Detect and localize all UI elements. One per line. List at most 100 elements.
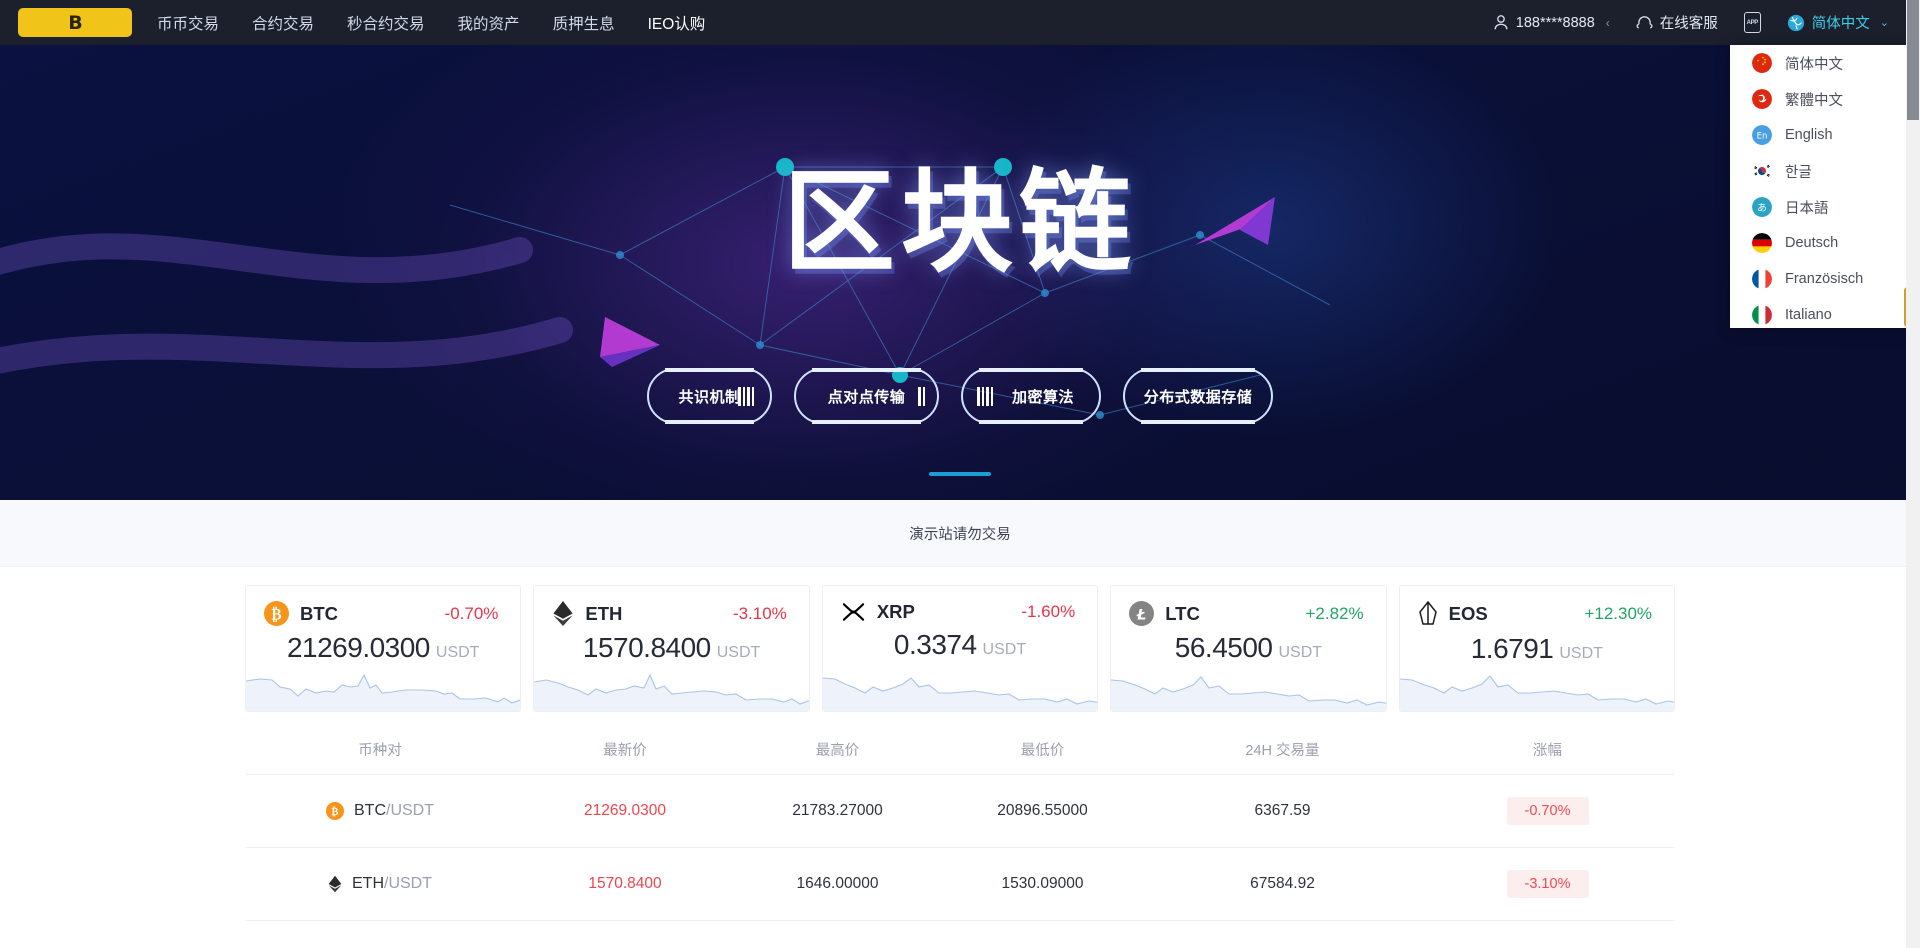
app-download-button[interactable]: APP [1731, 12, 1774, 33]
language-option-fr[interactable]: Französisch [1730, 261, 1913, 297]
banner-tag-crypto-algo[interactable]: 加密算法 [961, 368, 1101, 424]
kr-flag-icon [1752, 161, 1772, 181]
language-option-zh-hk[interactable]: 繁體中文 [1730, 81, 1913, 117]
fr-flag-icon [1752, 269, 1772, 289]
language-option-zh-cn[interactable]: 简体中文 [1730, 45, 1913, 81]
page-scrollbar[interactable] [1906, 0, 1920, 948]
tag-bars-icon [977, 386, 993, 406]
eth-icon [552, 601, 574, 626]
ticker-price-row: 0.3374 USDT [823, 629, 1097, 661]
nav-item-ieo[interactable]: IEO认购 [648, 12, 706, 34]
cell-change: -0.70% [1420, 797, 1675, 825]
carousel-indicator[interactable] [929, 472, 991, 476]
column-header-pair: 币种对 [358, 742, 402, 759]
ticker-sparkline [1111, 676, 1386, 711]
ticker-symbol: EOS [1448, 603, 1488, 624]
notice-text: 演示站请勿交易 [909, 526, 1011, 543]
nav-item-contract-trade[interactable]: 合约交易 [252, 12, 314, 34]
nav-item-staking[interactable]: 质押生息 [553, 12, 615, 34]
table-row[interactable]: ETH/USDT 1570.8400 1646.00000 1530.09000… [245, 848, 1675, 921]
ticker-sparkline [822, 677, 1098, 711]
de-flag-icon [1752, 233, 1772, 253]
chevron-left-icon: ‹ [1605, 15, 1610, 30]
cn-flag-icon [1752, 53, 1772, 73]
column-header-last-price: 最新价 [603, 742, 647, 759]
page-scrollbar-thumb[interactable] [1907, 0, 1919, 120]
banner-tag-p2p[interactable]: 点对点传输 [794, 368, 939, 424]
ticker-unit: USDT [1559, 645, 1603, 662]
language-option-label: Italiano [1785, 307, 1832, 323]
pair-quote: /USDT [384, 875, 432, 892]
cell-pair: ₿ BTC/USDT [245, 802, 515, 820]
pair-quote: /USDT [386, 802, 434, 819]
ticker-price: 1.6791 [1470, 633, 1554, 664]
nav-item-coin-trade[interactable]: 币币交易 [157, 12, 219, 34]
tag-bars-icon [918, 386, 925, 406]
ticker-card-header: Ł LTC +2.82% [1111, 586, 1385, 626]
online-support-button[interactable]: 在线客服 [1623, 12, 1731, 33]
nav-item-second-contract[interactable]: 秒合约交易 [347, 12, 425, 34]
online-support-label: 在线客服 [1659, 16, 1718, 32]
language-option-label: 简体中文 [1785, 56, 1843, 73]
cell-low-price: 20896.55000 [997, 802, 1088, 819]
ticker-card-btc[interactable]: ₿ BTC -0.70% 21269.0300 USDT [245, 585, 522, 712]
cell-last-price: 21269.0300 [584, 802, 666, 819]
cell-last-price: 1570.8400 [588, 875, 662, 892]
eos-icon [1418, 601, 1438, 627]
nav-item-my-assets[interactable]: 我的资产 [458, 12, 520, 34]
cell-change: -3.10% [1420, 870, 1675, 898]
banner-tag-consensus[interactable]: 共识机制 [647, 368, 772, 424]
banner-tag-distributed-storage[interactable]: 分布式数据存储 [1123, 368, 1273, 424]
chevron-down-icon: ⌄ [1879, 17, 1889, 29]
cell-volume: 67584.92 [1250, 875, 1315, 892]
top-header: B 币币交易 合约交易 秒合约交易 我的资产 质押生息 IEO认购 188***… [0, 0, 1920, 45]
banner-tag-list: 共识机制 点对点传输 加密算法 分布式数据存储 [0, 368, 1920, 424]
ticker-change: -1.60% [1021, 602, 1076, 621]
ticker-unit: USDT [716, 644, 761, 661]
eth-icon [328, 875, 342, 893]
cell-volume: 6367.59 [1254, 802, 1311, 819]
language-dropdown-panel[interactable]: 简体中文 繁體中文 En English 한글 あ 日本語 Deutsch Fr… [1730, 45, 1913, 328]
column-header-volume: 24H 交易量 [1245, 742, 1320, 759]
language-option-it[interactable]: Italiano [1730, 297, 1913, 328]
language-option-ja[interactable]: あ 日本語 [1730, 189, 1913, 225]
ticker-price-row: 56.4500 USDT [1111, 632, 1385, 664]
site-logo[interactable]: B [18, 8, 132, 37]
user-icon [1493, 14, 1509, 31]
ticker-sparkline [1399, 675, 1675, 711]
ticker-unit: USDT [1278, 644, 1323, 661]
user-account-menu[interactable]: 188****8888 ‹ [1480, 14, 1623, 31]
ticker-sparkline [534, 673, 809, 711]
svg-text:En: En [1757, 132, 1768, 142]
ticker-card-eos[interactable]: EOS +12.30% 1.6791 USDT [1398, 585, 1676, 712]
banner-tag-label: 点对点传输 [827, 387, 906, 406]
ticker-change: -0.70% [444, 603, 499, 623]
ticker-price: 1570.8400 [582, 632, 711, 663]
banner-tag-label: 分布式数据存储 [1143, 387, 1253, 406]
main-nav: 币币交易 合约交易 秒合约交易 我的资产 质押生息 IEO认购 [157, 12, 705, 34]
language-option-label: English [1785, 127, 1833, 143]
ticker-card-eth[interactable]: ETH -3.10% 1570.8400 USDT [533, 585, 810, 712]
ticker-card-ltc[interactable]: Ł LTC +2.82% 56.4500 USDT [1110, 585, 1387, 712]
language-selector[interactable]: 简体中文 ⌄ [1774, 12, 1902, 33]
hero-banner[interactable]: 区块链 共识机制 点对点传输 加密算法 分布式数据存储 [0, 45, 1920, 500]
table-row[interactable]: ₿ BTC/USDT 21269.0300 21783.27000 20896.… [245, 775, 1675, 848]
ticker-change: -3.10% [732, 603, 787, 623]
language-option-label: 繁體中文 [1785, 92, 1843, 109]
hk-flag-icon [1752, 89, 1772, 109]
language-option-de[interactable]: Deutsch [1730, 225, 1913, 261]
ticker-price: 21269.0300 [286, 632, 430, 663]
ticker-change: +2.82% [1305, 603, 1364, 623]
language-option-label: Französisch [1785, 271, 1864, 287]
ticker-card-header: ₿ BTC -0.70% [246, 586, 520, 626]
column-header-change: 涨幅 [1533, 742, 1562, 759]
ticker-card-header: EOS +12.30% [1400, 586, 1674, 627]
app-icon-text: APP [1746, 19, 1759, 26]
language-option-label: 日本語 [1785, 200, 1829, 217]
it-flag-icon [1752, 305, 1772, 325]
xrp-icon [841, 601, 866, 623]
ticker-card-xrp[interactable]: XRP -1.60% 0.3374 USDT [821, 585, 1099, 712]
language-option-ko[interactable]: 한글 [1730, 153, 1913, 189]
language-option-en[interactable]: En English [1730, 117, 1913, 153]
tag-bars-icon [738, 386, 754, 406]
